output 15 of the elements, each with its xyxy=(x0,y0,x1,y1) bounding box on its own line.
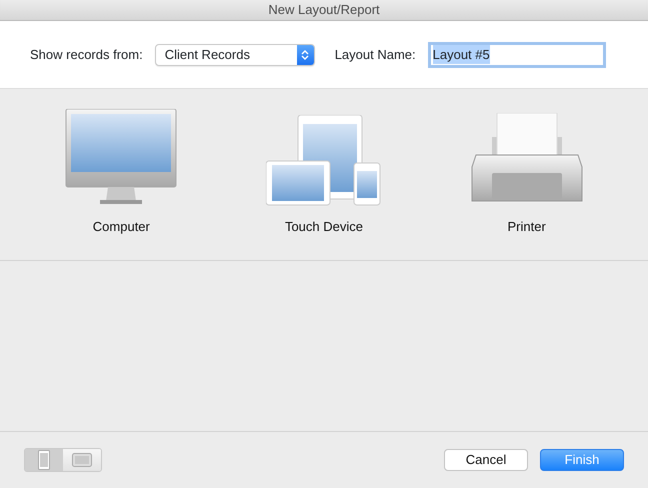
tablet-phone-icon xyxy=(266,114,382,206)
records-popup[interactable]: Client Records xyxy=(154,44,315,66)
orientation-segment[interactable] xyxy=(25,449,63,471)
landscape-icon xyxy=(72,453,92,467)
field-label: Layout Name: xyxy=(334,46,416,64)
orientation-segment[interactable] xyxy=(63,449,101,471)
stepper-icon xyxy=(301,48,310,60)
device-option[interactable]: Touch Device xyxy=(248,110,399,240)
window-title: New Layout/Report xyxy=(268,1,380,20)
monitor-icon xyxy=(64,108,178,206)
device-option[interactable]: Printer xyxy=(452,108,602,240)
layout-name-field[interactable]: Layout #5 xyxy=(428,42,606,68)
cancel-button[interactable]: Cancel xyxy=(444,449,528,471)
field-label: Show records from: xyxy=(30,46,143,64)
device-option[interactable]: Computer xyxy=(46,104,196,240)
